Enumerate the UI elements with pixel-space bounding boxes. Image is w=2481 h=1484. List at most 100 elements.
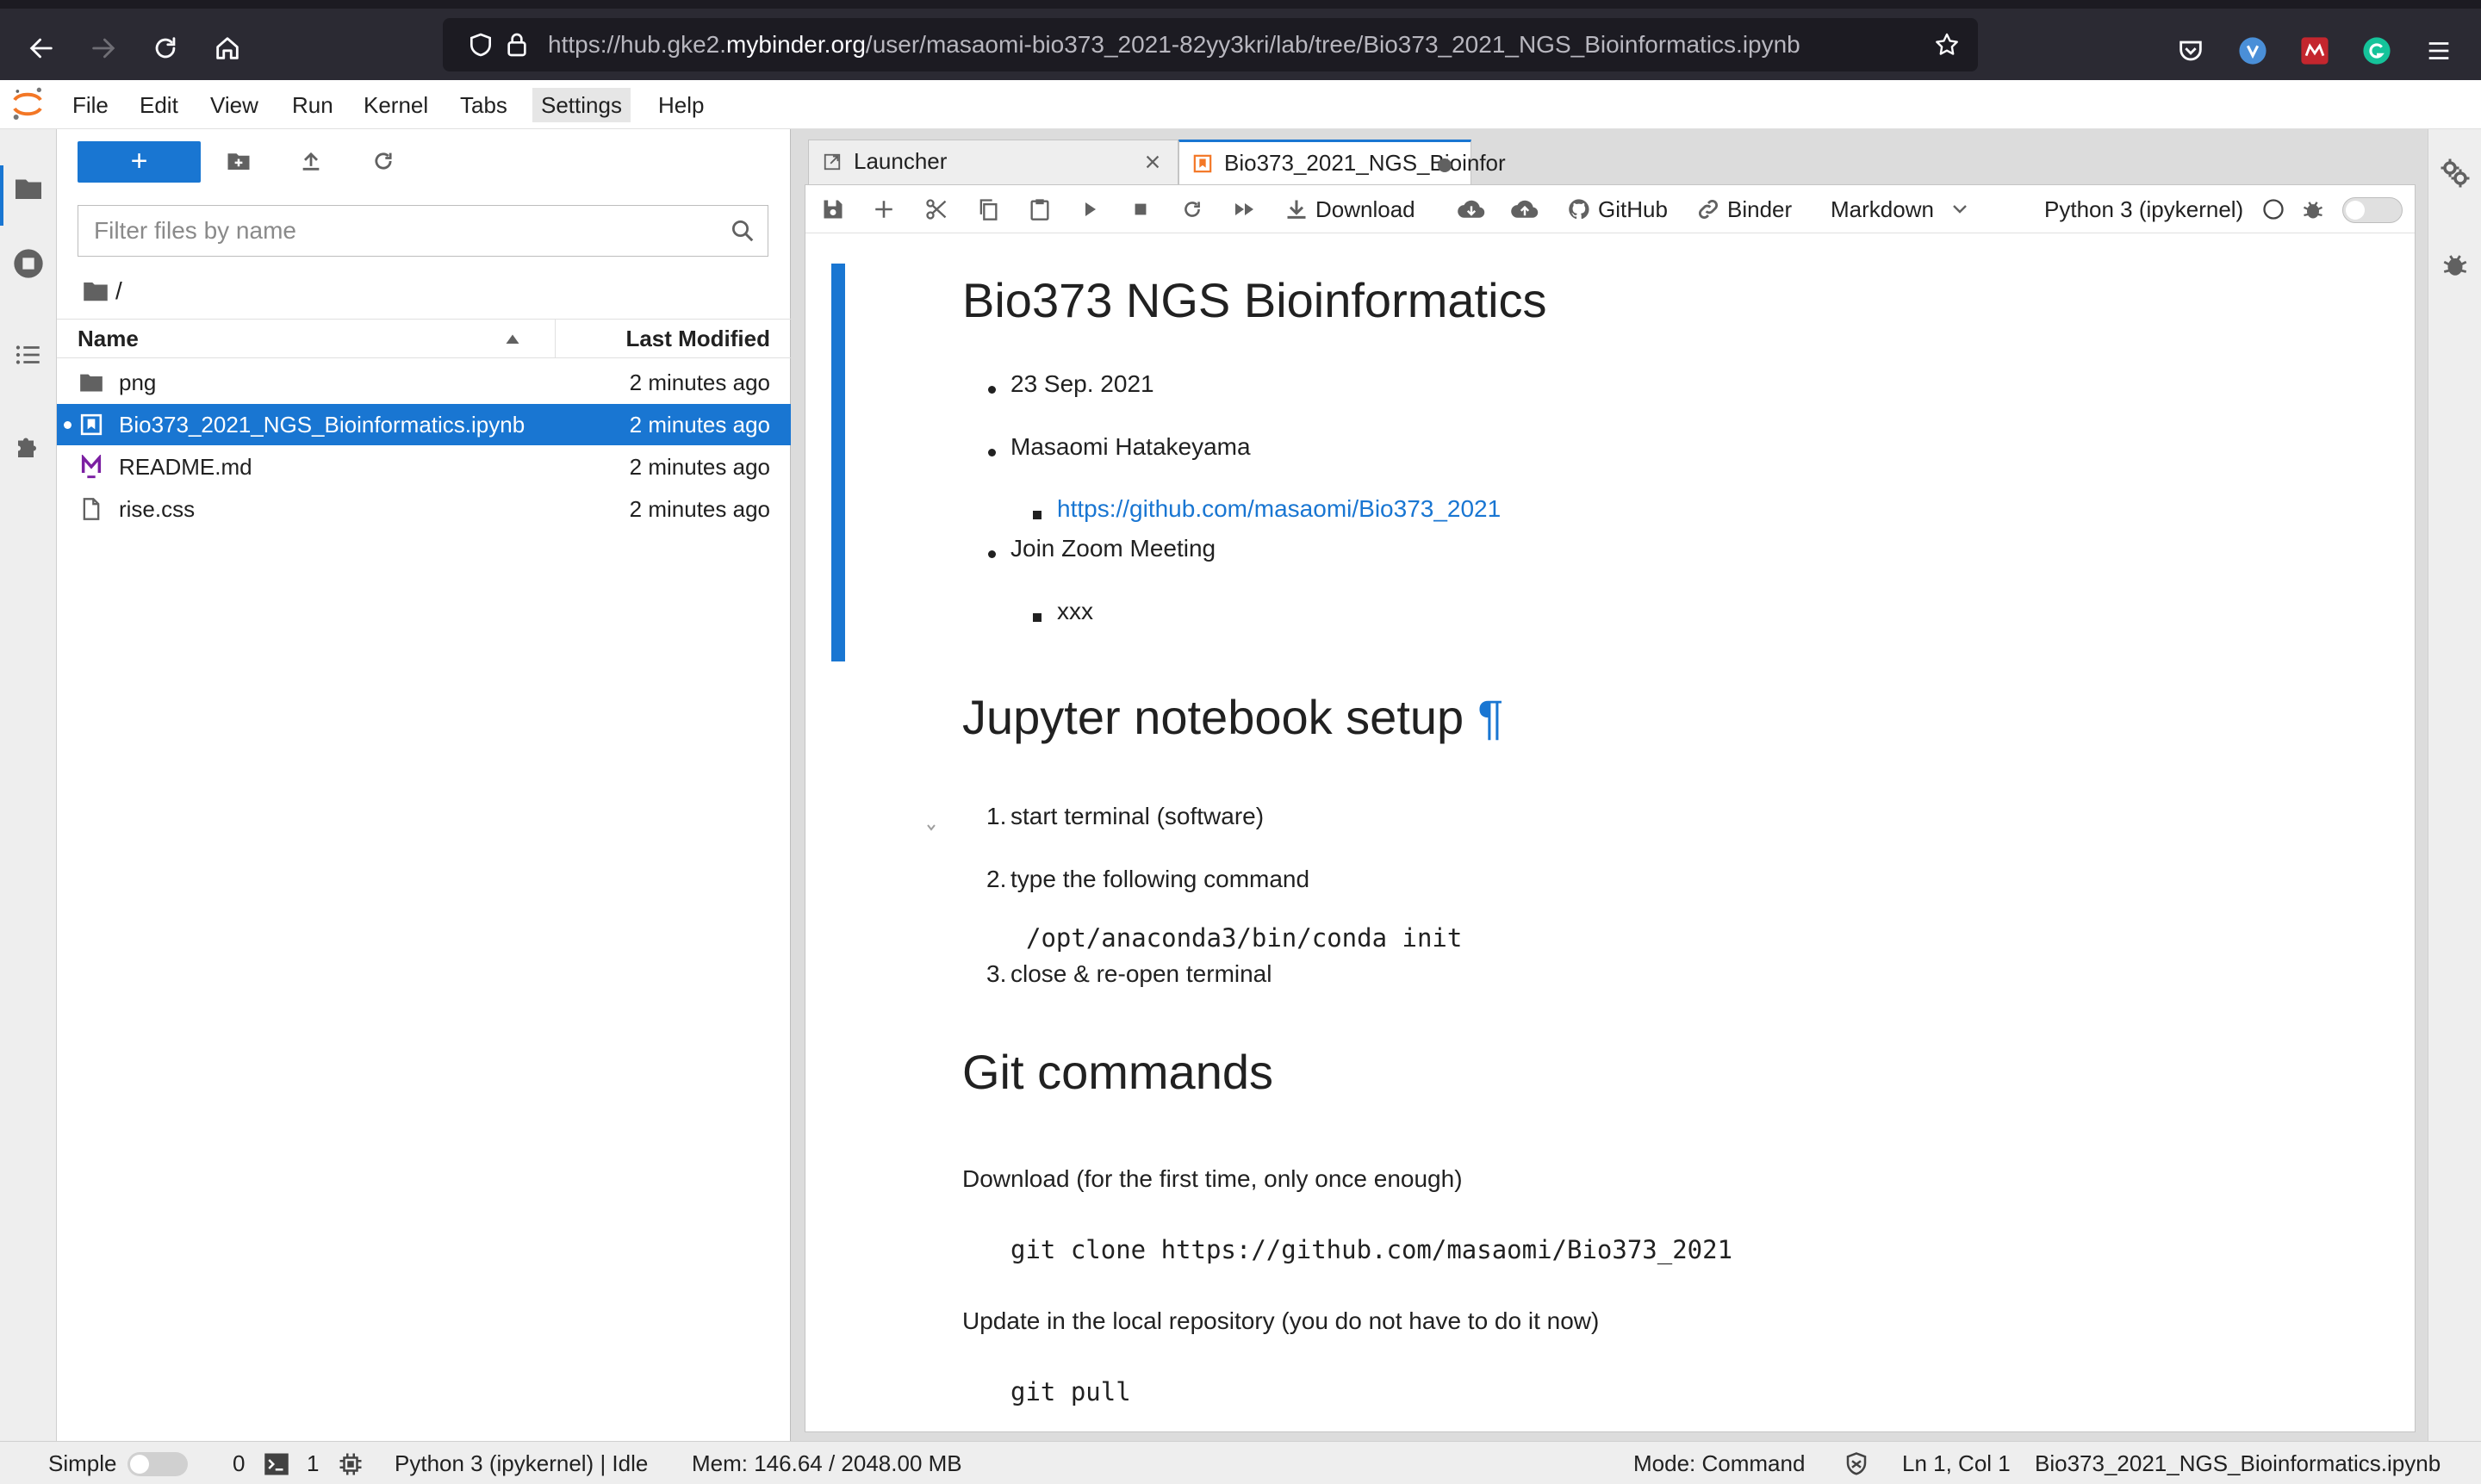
- chevron-down-icon: [1953, 205, 1967, 214]
- save-button[interactable]: [821, 196, 852, 223]
- property-inspector-tab[interactable]: [2437, 155, 2473, 191]
- active-cell-indicator[interactable]: [831, 264, 845, 661]
- kernel-count[interactable]: 1: [307, 1442, 319, 1484]
- cursor-position[interactable]: Ln 1, Col 1: [1902, 1442, 2011, 1484]
- terminal-count[interactable]: 0: [233, 1442, 245, 1484]
- toggle-knob: [130, 1455, 149, 1474]
- file-browser-tab[interactable]: [10, 171, 47, 207]
- shield-check-icon[interactable]: [1844, 1451, 1869, 1477]
- repo-link[interactable]: https://github.com/masaomi/Bio373_2021: [1057, 495, 1501, 522]
- kernel-name: Python 3 (ipykernel): [2044, 196, 2244, 222]
- vivaldi-icon: [2239, 37, 2266, 65]
- file-browser: + / Name Last Modified png 2 minutes ago…: [57, 129, 791, 1441]
- back-button[interactable]: [21, 28, 62, 69]
- copy-button[interactable]: [976, 196, 1007, 223]
- filter-files-input[interactable]: [78, 206, 716, 256]
- new-folder-icon: [227, 153, 250, 170]
- url-path: /user/masaomi-bio373_2021-82yy3kri/lab/t…: [865, 31, 1800, 58]
- breadcrumb-root[interactable]: /: [115, 277, 122, 305]
- file-row[interactable]: rise.css 2 minutes ago: [57, 488, 791, 530]
- cpu-icon[interactable]: [338, 1451, 364, 1477]
- tab-notebook[interactable]: Bio373_2021_NGS_Bioinfor: [1178, 140, 1506, 186]
- heading-anchor[interactable]: ¶: [1477, 690, 1503, 744]
- menu-kernel[interactable]: Kernel: [355, 88, 437, 122]
- refresh-button[interactable]: [369, 146, 398, 176]
- terminal-icon[interactable]: [264, 1452, 289, 1476]
- extension-manager-tab[interactable]: [10, 429, 47, 465]
- file-row-selected[interactable]: Bio373_2021_NGS_Bioinformatics.ipynb 2 m…: [57, 404, 791, 445]
- restart-run-all-button[interactable]: [1233, 196, 1264, 223]
- mendeley-extension[interactable]: [2300, 36, 2329, 65]
- new-folder-button[interactable]: [224, 146, 253, 176]
- unsaved-dot-icon[interactable]: [1438, 158, 1452, 172]
- url-text[interactable]: https://hub.gke2.mybinder.org/user/masao…: [548, 18, 1800, 71]
- kernel-status-indicator: [2261, 196, 2292, 223]
- plus-icon: [875, 201, 892, 218]
- debugger-toggle[interactable]: [2342, 197, 2403, 223]
- heading-setup-text: Jupyter notebook setup: [962, 690, 1464, 744]
- cloud-upload-button[interactable]: [1510, 196, 1546, 223]
- breadcrumb[interactable]: /: [83, 274, 122, 308]
- paste-button[interactable]: [1028, 196, 1059, 223]
- menu-edit[interactable]: Edit: [131, 88, 187, 122]
- notebook-content[interactable]: Bio373 NGS Bioinformatics 23 Sep. 2021 M…: [805, 234, 2415, 1431]
- restart-kernel-button[interactable]: [1181, 196, 1210, 223]
- paste-icon: [1030, 199, 1049, 220]
- browser-toolbar: https://hub.gke2.mybinder.org/user/masao…: [0, 0, 2481, 80]
- home-button[interactable]: [207, 28, 248, 69]
- menu-help[interactable]: Help: [650, 88, 712, 122]
- table-of-contents-tab[interactable]: [10, 337, 47, 373]
- forward-button[interactable]: [83, 28, 124, 69]
- running-sessions-tab[interactable]: [10, 245, 47, 282]
- notebook-mode[interactable]: Mode: Command: [1633, 1442, 1805, 1484]
- upload-button[interactable]: [296, 146, 326, 176]
- cut-button[interactable]: [924, 196, 955, 223]
- github-button[interactable]: GitHub: [1567, 196, 1668, 223]
- menu-run[interactable]: Run: [283, 88, 342, 122]
- menu-view[interactable]: View: [202, 88, 267, 122]
- new-launcher-button[interactable]: +: [78, 141, 201, 183]
- run-cell-button[interactable]: [1079, 196, 1107, 223]
- restart-icon: [1185, 202, 1200, 217]
- simple-mode-toggle[interactable]: [127, 1452, 188, 1476]
- tab-label: Bio373_2021_NGS_Bioinfor: [1224, 150, 1506, 176]
- download-button[interactable]: Download: [1284, 196, 1415, 223]
- menu-tabs[interactable]: Tabs: [451, 88, 516, 122]
- bullet: [988, 386, 996, 394]
- kernel-status[interactable]: Python 3 (ipykernel) | Idle: [395, 1442, 648, 1484]
- url-bar[interactable]: https://hub.gke2.mybinder.org/user/masao…: [443, 18, 1978, 71]
- arrow-left-icon: [29, 38, 53, 59]
- menu-settings[interactable]: Settings: [532, 88, 631, 122]
- star-icon[interactable]: [1933, 31, 1961, 59]
- debugger-button[interactable]: [2301, 196, 2332, 223]
- file-row[interactable]: README.md 2 minutes ago: [57, 446, 791, 487]
- main-dock-area: Launcher Bio373_2021_NGS_Bioinfor Downlo…: [791, 129, 2428, 1441]
- column-name[interactable]: Name: [78, 320, 139, 357]
- vivaldi-extension[interactable]: [2238, 36, 2267, 65]
- lock-icon[interactable]: [503, 31, 531, 59]
- close-icon[interactable]: [1143, 152, 1162, 171]
- markdown-icon: [79, 455, 103, 479]
- notebook-icon: [1193, 154, 1212, 173]
- collapse-caret-icon[interactable]: [923, 822, 940, 834]
- column-last-modified[interactable]: Last Modified: [625, 320, 770, 357]
- file-name: Bio373_2021_NGS_Bioinformatics.ipynb: [119, 412, 525, 438]
- jupyter-logo-icon[interactable]: [10, 85, 45, 123]
- browser-menu-button[interactable]: [2424, 36, 2453, 65]
- binder-button[interactable]: Binder: [1696, 196, 1792, 223]
- pocket-button[interactable]: [2176, 36, 2205, 65]
- code-conda-init: /opt/anaconda3/bin/conda init: [1026, 923, 1463, 953]
- tab-launcher[interactable]: Launcher: [808, 140, 1178, 184]
- cell-type-select[interactable]: Markdown: [1831, 196, 1975, 223]
- interrupt-kernel-button[interactable]: [1131, 196, 1157, 223]
- debugger-tab[interactable]: [2437, 246, 2473, 283]
- shield-icon[interactable]: [467, 31, 494, 59]
- file-row[interactable]: png 2 minutes ago: [57, 362, 791, 403]
- pocket-icon: [2179, 40, 2202, 61]
- insert-cell-button[interactable]: [873, 196, 902, 223]
- menu-file[interactable]: File: [64, 88, 117, 122]
- kernel-name-button[interactable]: Python 3 (ipykernel): [2044, 196, 2243, 223]
- reload-button[interactable]: [145, 28, 186, 69]
- cloud-download-button[interactable]: [1457, 196, 1493, 223]
- grammarly-extension[interactable]: [2362, 36, 2391, 65]
